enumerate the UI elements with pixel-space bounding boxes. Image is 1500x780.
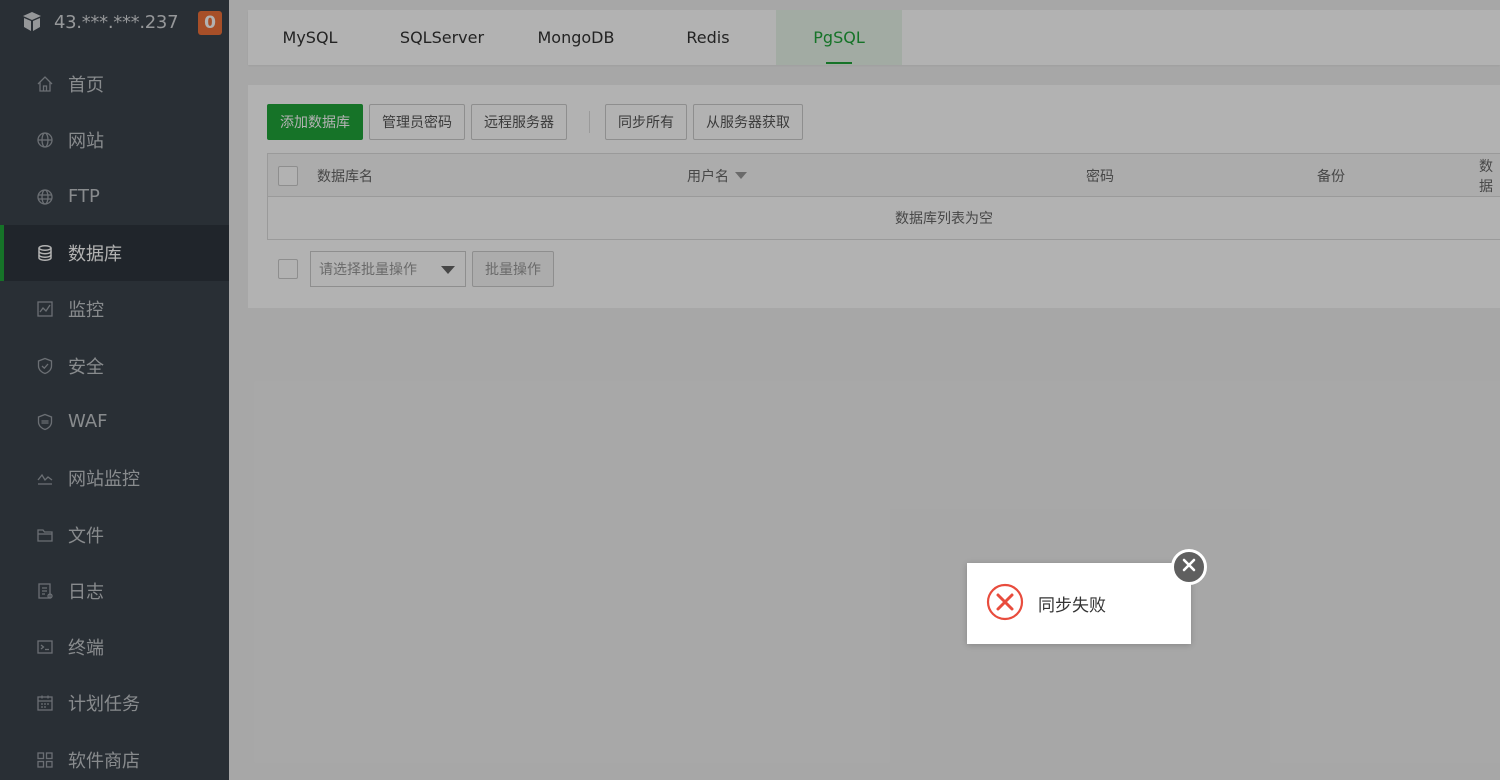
toast-message: 同步失败 xyxy=(1038,596,1106,616)
modal-overlay[interactable] xyxy=(0,0,1500,780)
toast-close-button[interactable] xyxy=(1171,549,1207,585)
close-icon xyxy=(1181,557,1197,577)
error-icon xyxy=(986,583,1024,625)
error-toast: 同步失败 xyxy=(967,563,1191,644)
